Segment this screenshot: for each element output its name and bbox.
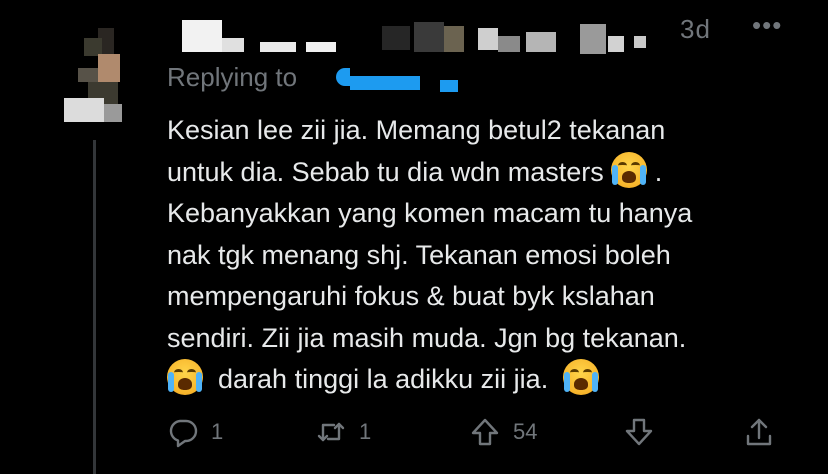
name-blur-block [580,24,606,54]
loudly-crying-face-icon [563,359,600,395]
loudly-crying-face-icon [611,151,648,188]
tweet-text-line: nak tgk menang shj. Tekanan emosi boleh [167,239,671,270]
tweet-text-segment: . [654,156,663,187]
name-blur-block [498,36,520,52]
mention-blur[interactable] [336,68,350,86]
name-blur-block [444,26,464,52]
name-blur-block [414,22,444,52]
tweet-text: Kesian lee zii jia. Memang betul2 tekana… [167,110,807,401]
tweet-text-line: sendiri. Zii jia masih muda. Jgn bg teka… [167,322,687,353]
name-blur-block [222,38,244,52]
tweet-text-line: Kebanyakkan yang komen macam tu hanya [167,198,693,228]
name-blur-block [260,42,296,52]
more-icon[interactable]: ••• [752,10,782,41]
reply-count: 1 [211,419,224,444]
name-blur-block [478,28,498,50]
name-blur-block [382,26,410,50]
mention-blur[interactable] [350,76,420,90]
retweet-icon [317,422,345,442]
name-blur-block [634,36,646,48]
avatar-blur-block [104,104,122,122]
retweet-count: 1 [359,419,372,444]
replying-to-label: Replying to [167,62,298,92]
tweet-text-segment: untuk dia. Sebab tu dia wdn masters [167,156,604,187]
tweet-text-line: mempengaruhi fokus & buat byk kslahan [167,281,655,311]
upvote-count: 54 [513,419,538,444]
retweet-button[interactable]: 1 [315,412,371,452]
tweet-text-line: darah tinggi la adikku zii jia. [167,359,807,401]
mention-blur[interactable] [440,80,458,92]
name-blur-block [306,42,336,52]
avatar-blur-block [98,54,120,82]
upvote-button[interactable]: 54 [469,412,537,452]
thread-line [93,140,96,474]
avatar-blur-block [64,98,104,122]
tweet-actions: 1 1 54 [167,412,787,452]
reply-button[interactable]: 1 [167,412,223,452]
downvote-button[interactable] [623,412,655,452]
tweet-text-line: Kesian lee zii jia. Memang betul2 tekana… [167,115,666,145]
name-blur-block [526,32,556,52]
share-icon [746,418,772,446]
tweet-header [168,12,808,56]
upvote-icon [471,418,499,446]
tweet-text-line: untuk dia. Sebab tu dia wdn masters . [167,151,807,194]
tweet-timestamp[interactable]: 3d [680,14,711,45]
loudly-crying-face-icon [167,359,203,395]
name-blur-block [608,36,624,52]
downvote-icon [625,418,653,446]
tweet-text-segment: darah tinggi la adikku zii jia. [218,364,549,394]
avatar-blur-block [78,68,98,82]
name-blur-block [182,20,222,52]
share-button[interactable] [743,412,775,452]
reply-icon [169,419,198,448]
avatar[interactable] [58,28,130,124]
